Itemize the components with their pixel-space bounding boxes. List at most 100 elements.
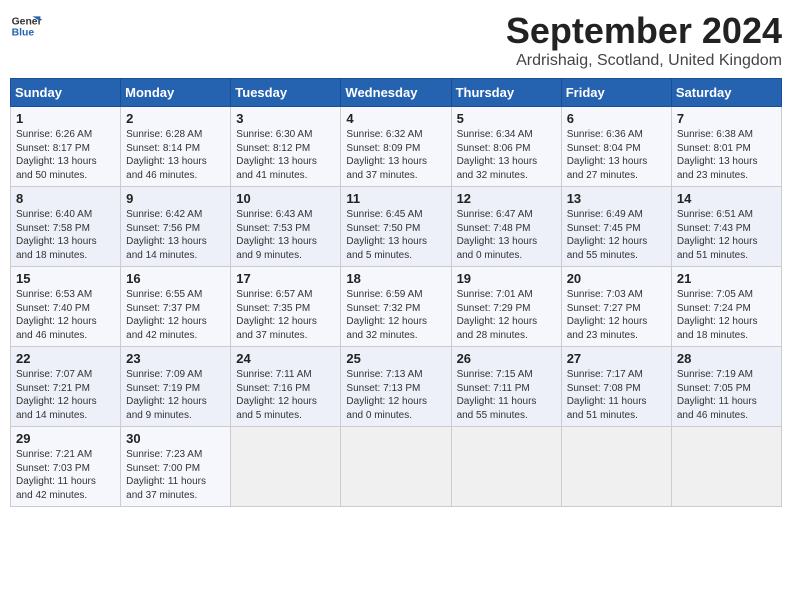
sunrise-text: Sunrise: 6:55 AM <box>126 289 202 300</box>
day-number: 18 <box>346 271 445 286</box>
sunrise-text: Sunrise: 7:09 AM <box>126 369 202 380</box>
sunset-text: Sunset: 7:35 PM <box>236 303 310 314</box>
day-number: 3 <box>236 111 335 126</box>
logo: General Blue <box>10 10 42 42</box>
daylight-text: Daylight: 13 hours and 50 minutes. <box>16 156 97 181</box>
daylight-text: Daylight: 11 hours and 42 minutes. <box>16 476 96 501</box>
calendar-cell: 29 Sunrise: 7:21 AM Sunset: 7:03 PM Dayl… <box>11 427 121 507</box>
calendar-cell <box>671 427 781 507</box>
daylight-text: Daylight: 12 hours and 28 minutes. <box>457 316 538 341</box>
calendar-cell: 19 Sunrise: 7:01 AM Sunset: 7:29 PM Dayl… <box>451 267 561 347</box>
cell-info: Sunrise: 7:17 AM Sunset: 7:08 PM Dayligh… <box>567 368 666 422</box>
calendar-cell: 9 Sunrise: 6:42 AM Sunset: 7:56 PM Dayli… <box>121 187 231 267</box>
sunrise-text: Sunrise: 7:13 AM <box>346 369 422 380</box>
sunset-text: Sunset: 8:06 PM <box>457 143 531 154</box>
sunset-text: Sunset: 8:09 PM <box>346 143 420 154</box>
calendar-cell: 10 Sunrise: 6:43 AM Sunset: 7:53 PM Dayl… <box>231 187 341 267</box>
day-number: 17 <box>236 271 335 286</box>
day-number: 8 <box>16 191 115 206</box>
sunrise-text: Sunrise: 7:07 AM <box>16 369 92 380</box>
day-number: 23 <box>126 351 225 366</box>
calendar-cell: 1 Sunrise: 6:26 AM Sunset: 8:17 PM Dayli… <box>11 107 121 187</box>
day-number: 28 <box>677 351 776 366</box>
daylight-text: Daylight: 13 hours and 18 minutes. <box>16 236 97 261</box>
sunset-text: Sunset: 7:05 PM <box>677 383 751 394</box>
daylight-text: Daylight: 13 hours and 0 minutes. <box>457 236 538 261</box>
cell-info: Sunrise: 6:30 AM Sunset: 8:12 PM Dayligh… <box>236 128 335 182</box>
day-number: 27 <box>567 351 666 366</box>
sunset-text: Sunset: 7:08 PM <box>567 383 641 394</box>
sunrise-text: Sunrise: 6:57 AM <box>236 289 312 300</box>
cell-info: Sunrise: 6:38 AM Sunset: 8:01 PM Dayligh… <box>677 128 776 182</box>
day-number: 21 <box>677 271 776 286</box>
sunrise-text: Sunrise: 6:53 AM <box>16 289 92 300</box>
day-number: 29 <box>16 431 115 446</box>
day-number: 16 <box>126 271 225 286</box>
calendar-cell: 23 Sunrise: 7:09 AM Sunset: 7:19 PM Dayl… <box>121 347 231 427</box>
sunset-text: Sunset: 8:01 PM <box>677 143 751 154</box>
calendar-cell: 14 Sunrise: 6:51 AM Sunset: 7:43 PM Dayl… <box>671 187 781 267</box>
sunset-text: Sunset: 7:19 PM <box>126 383 200 394</box>
daylight-text: Daylight: 13 hours and 41 minutes. <box>236 156 317 181</box>
calendar-cell: 27 Sunrise: 7:17 AM Sunset: 7:08 PM Dayl… <box>561 347 671 427</box>
daylight-text: Daylight: 12 hours and 55 minutes. <box>567 236 648 261</box>
daylight-text: Daylight: 12 hours and 23 minutes. <box>567 316 648 341</box>
cell-info: Sunrise: 6:26 AM Sunset: 8:17 PM Dayligh… <box>16 128 115 182</box>
sunset-text: Sunset: 7:24 PM <box>677 303 751 314</box>
day-number: 1 <box>16 111 115 126</box>
sunrise-text: Sunrise: 6:45 AM <box>346 209 422 220</box>
col-header-monday: Monday <box>121 79 231 107</box>
sunset-text: Sunset: 7:43 PM <box>677 223 751 234</box>
calendar-cell: 24 Sunrise: 7:11 AM Sunset: 7:16 PM Dayl… <box>231 347 341 427</box>
cell-info: Sunrise: 6:47 AM Sunset: 7:48 PM Dayligh… <box>457 208 556 262</box>
cell-info: Sunrise: 6:36 AM Sunset: 8:04 PM Dayligh… <box>567 128 666 182</box>
cell-info: Sunrise: 7:15 AM Sunset: 7:11 PM Dayligh… <box>457 368 556 422</box>
cell-info: Sunrise: 7:13 AM Sunset: 7:13 PM Dayligh… <box>346 368 445 422</box>
sunset-text: Sunset: 7:45 PM <box>567 223 641 234</box>
daylight-text: Daylight: 12 hours and 42 minutes. <box>126 316 207 341</box>
sunrise-text: Sunrise: 6:30 AM <box>236 129 312 140</box>
day-number: 9 <box>126 191 225 206</box>
calendar-title: September 2024 <box>506 10 782 52</box>
sunrise-text: Sunrise: 6:36 AM <box>567 129 643 140</box>
sunrise-text: Sunrise: 7:05 AM <box>677 289 753 300</box>
cell-info: Sunrise: 7:21 AM Sunset: 7:03 PM Dayligh… <box>16 448 115 502</box>
cell-info: Sunrise: 6:57 AM Sunset: 7:35 PM Dayligh… <box>236 288 335 342</box>
sunrise-text: Sunrise: 6:26 AM <box>16 129 92 140</box>
day-number: 6 <box>567 111 666 126</box>
sunrise-text: Sunrise: 7:15 AM <box>457 369 533 380</box>
calendar-subtitle: Ardrishaig, Scotland, United Kingdom <box>506 52 782 70</box>
title-block: September 2024 Ardrishaig, Scotland, Uni… <box>506 10 782 70</box>
day-number: 30 <box>126 431 225 446</box>
cell-info: Sunrise: 6:32 AM Sunset: 8:09 PM Dayligh… <box>346 128 445 182</box>
cell-info: Sunrise: 7:09 AM Sunset: 7:19 PM Dayligh… <box>126 368 225 422</box>
calendar-week-2: 8 Sunrise: 6:40 AM Sunset: 7:58 PM Dayli… <box>11 187 782 267</box>
daylight-text: Daylight: 13 hours and 23 minutes. <box>677 156 758 181</box>
day-number: 26 <box>457 351 556 366</box>
sunset-text: Sunset: 8:17 PM <box>16 143 90 154</box>
sunset-text: Sunset: 7:53 PM <box>236 223 310 234</box>
sunset-text: Sunset: 7:29 PM <box>457 303 531 314</box>
calendar-cell <box>231 427 341 507</box>
daylight-text: Daylight: 13 hours and 27 minutes. <box>567 156 648 181</box>
sunset-text: Sunset: 7:37 PM <box>126 303 200 314</box>
cell-info: Sunrise: 7:07 AM Sunset: 7:21 PM Dayligh… <box>16 368 115 422</box>
calendar-cell: 7 Sunrise: 6:38 AM Sunset: 8:01 PM Dayli… <box>671 107 781 187</box>
day-number: 24 <box>236 351 335 366</box>
cell-info: Sunrise: 6:49 AM Sunset: 7:45 PM Dayligh… <box>567 208 666 262</box>
calendar-cell <box>451 427 561 507</box>
calendar-cell: 3 Sunrise: 6:30 AM Sunset: 8:12 PM Dayli… <box>231 107 341 187</box>
daylight-text: Daylight: 11 hours and 51 minutes. <box>567 396 647 421</box>
sunset-text: Sunset: 7:21 PM <box>16 383 90 394</box>
cell-info: Sunrise: 6:43 AM Sunset: 7:53 PM Dayligh… <box>236 208 335 262</box>
sunrise-text: Sunrise: 7:01 AM <box>457 289 533 300</box>
daylight-text: Daylight: 11 hours and 55 minutes. <box>457 396 537 421</box>
col-header-sunday: Sunday <box>11 79 121 107</box>
daylight-text: Daylight: 12 hours and 5 minutes. <box>236 396 317 421</box>
daylight-text: Daylight: 13 hours and 46 minutes. <box>126 156 207 181</box>
sunrise-text: Sunrise: 7:21 AM <box>16 449 92 460</box>
calendar-week-5: 29 Sunrise: 7:21 AM Sunset: 7:03 PM Dayl… <box>11 427 782 507</box>
calendar-cell: 30 Sunrise: 7:23 AM Sunset: 7:00 PM Dayl… <box>121 427 231 507</box>
calendar-cell: 12 Sunrise: 6:47 AM Sunset: 7:48 PM Dayl… <box>451 187 561 267</box>
daylight-text: Daylight: 12 hours and 0 minutes. <box>346 396 427 421</box>
